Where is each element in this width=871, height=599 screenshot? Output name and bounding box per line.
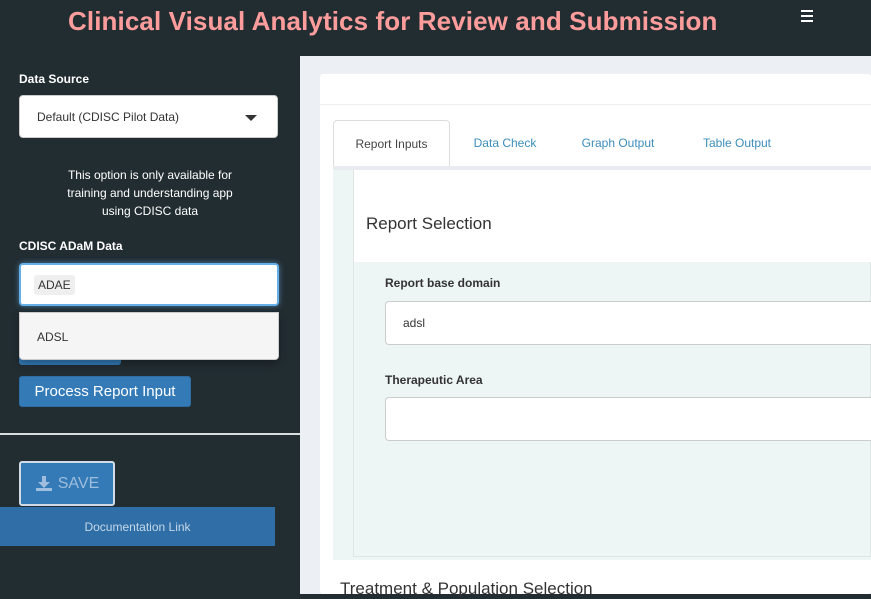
download-icon: [35, 476, 52, 491]
box-header-divider: [320, 104, 871, 105]
documentation-link[interactable]: Documentation Link: [0, 507, 275, 546]
tab-graph-output[interactable]: Graph Output: [573, 120, 663, 166]
app-title: Clinical Visual Analytics for Review and…: [68, 6, 718, 36]
adam-data-input[interactable]: ADAE: [19, 263, 279, 306]
tab-data-check[interactable]: Data Check: [463, 120, 547, 166]
caret-down-icon: [245, 115, 257, 121]
tab-report-inputs[interactable]: Report Inputs: [333, 120, 450, 167]
note-line: training and understanding app: [67, 186, 233, 200]
process-report-input-button[interactable]: Process Report Input: [19, 376, 191, 407]
main-tabs: Report Inputs Data Check Graph Output Ta…: [333, 120, 871, 167]
selected-chip-adae[interactable]: ADAE: [34, 275, 75, 295]
report-base-label: Report base domain: [385, 276, 501, 290]
report-base-select[interactable]: adsl: [385, 301, 871, 345]
section-title: Report Selection: [366, 214, 492, 233]
data-source-value: Default (CDISC Pilot Data): [37, 110, 180, 124]
data-source-label: Data Source: [19, 72, 90, 86]
note-line: using CDISC data: [101, 204, 199, 218]
data-source-note: This option is only available for traini…: [40, 166, 260, 220]
save-button[interactable]: SAVE: [19, 461, 115, 506]
hamburger-icon[interactable]: [801, 7, 817, 27]
save-label: SAVE: [57, 474, 100, 492]
adam-dropdown-menu: ADSL: [19, 312, 279, 360]
data-source-select[interactable]: Default (CDISC Pilot Data): [19, 95, 278, 138]
dropdown-option-adsl[interactable]: ADSL: [37, 330, 68, 344]
sidebar-divider: [0, 433, 301, 435]
tab-table-output[interactable]: Table Output: [693, 120, 781, 166]
adam-data-label: CDISC ADaM Data: [19, 239, 123, 253]
therapeutic-area-label: Therapeutic Area: [385, 373, 483, 387]
note-line: This option is only available for: [67, 168, 233, 182]
treatment-population-title: Treatment & Population Selection: [340, 579, 593, 598]
therapeutic-area-select[interactable]: [385, 397, 871, 441]
report-base-value: adsl: [403, 316, 426, 330]
app-header: Clinical Visual Analytics for Review and…: [0, 0, 871, 46]
